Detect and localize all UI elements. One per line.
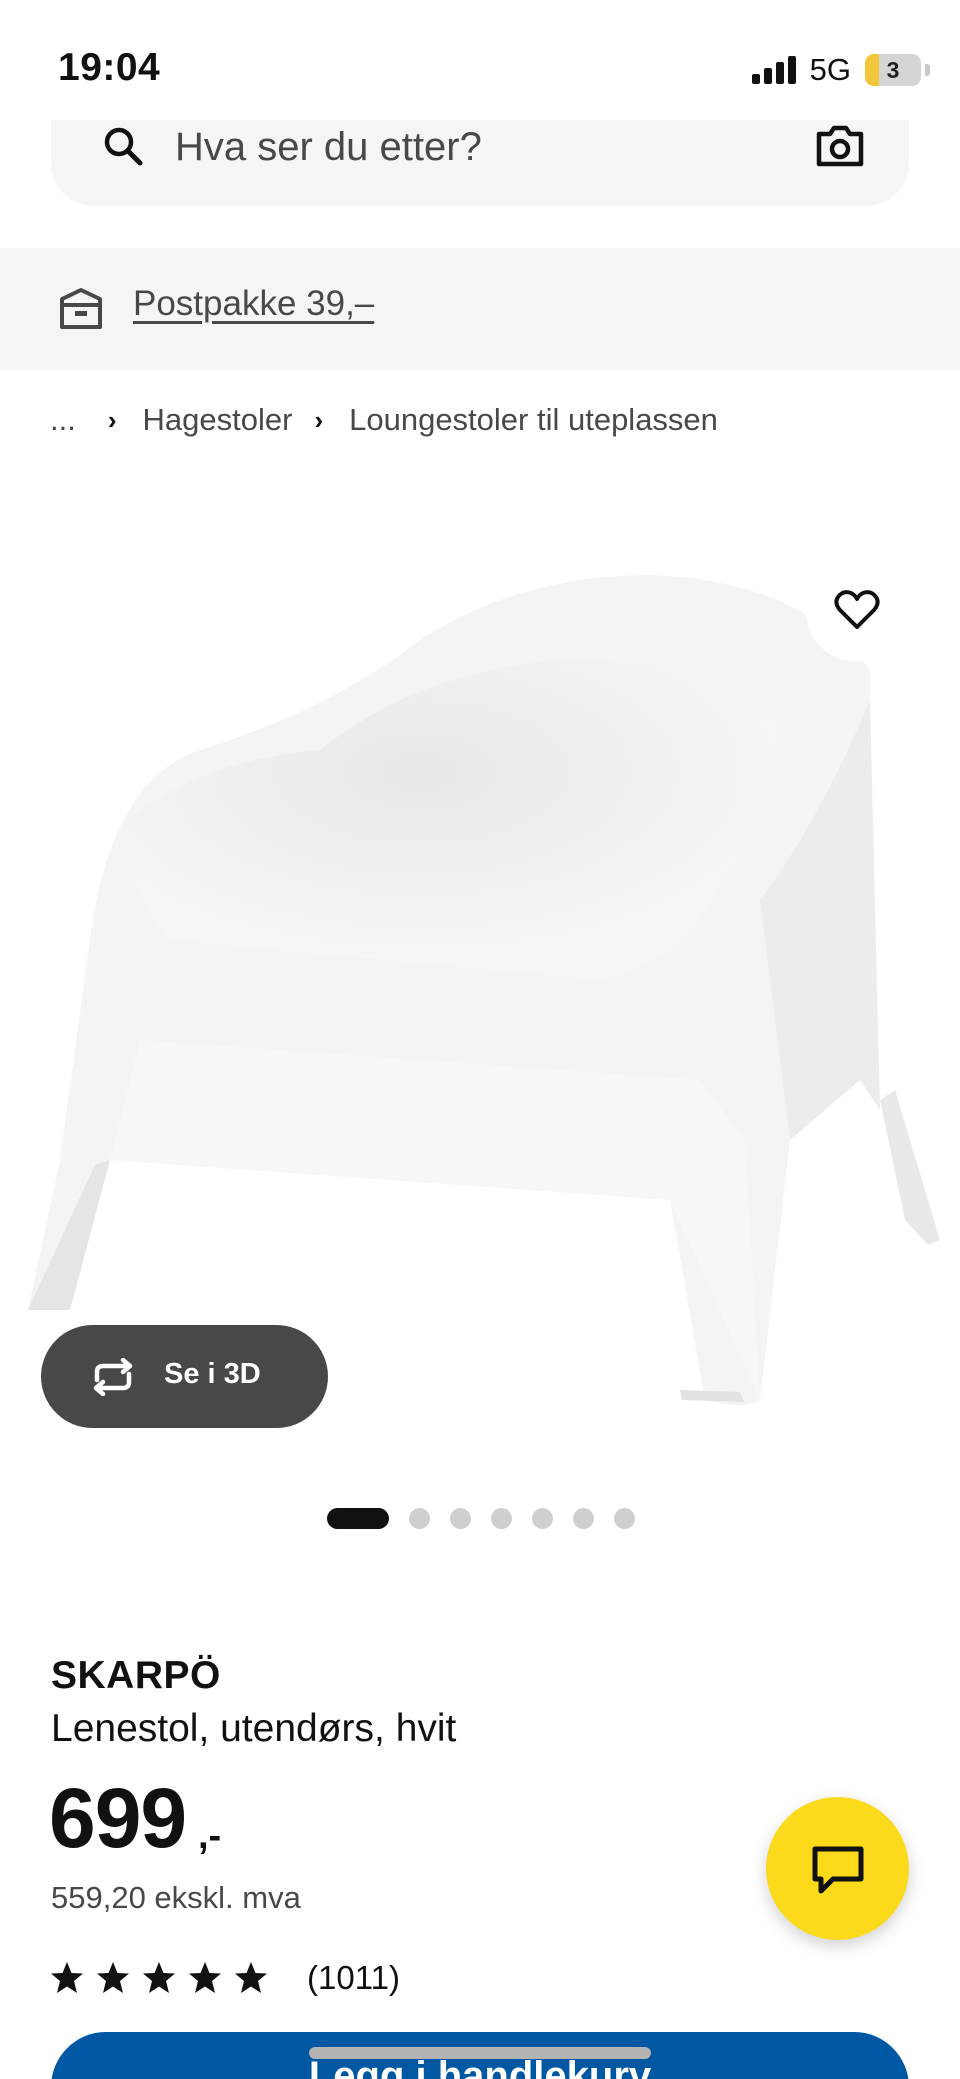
star-icon <box>97 1962 129 1993</box>
rating-count: (1011) <box>307 1960 400 1996</box>
view-in-3d-label: Se i 3D <box>164 1358 261 1390</box>
rating-stars <box>49 1960 279 1996</box>
product-price: 699 <box>49 1771 187 1865</box>
carousel-dot[interactable] <box>614 1508 635 1529</box>
chat-button[interactable] <box>766 1797 909 1940</box>
heart-icon[interactable] <box>834 589 880 631</box>
product-description: Lenestol, utendørs, hvit <box>51 1707 457 1750</box>
carousel-dot[interactable] <box>409 1508 430 1529</box>
signal-icon <box>751 56 796 84</box>
status-time: 19:04 <box>58 46 161 89</box>
search-input[interactable] <box>175 122 795 172</box>
shipping-link[interactable]: Postpakke 39,– <box>133 284 374 324</box>
status-bar: 19:04 5G 3 <box>0 0 960 128</box>
carousel-dot[interactable] <box>532 1508 553 1529</box>
rotate-3d-icon <box>93 1358 133 1396</box>
carousel-dot[interactable] <box>327 1508 389 1529</box>
battery-level: 3 <box>886 56 900 83</box>
carousel-dot[interactable] <box>450 1508 471 1529</box>
camera-icon[interactable] <box>815 124 865 168</box>
product-name: SKARPÖ <box>51 1654 221 1697</box>
breadcrumb-item-hagestoler[interactable]: Hagestoler <box>143 402 293 438</box>
product-rating[interactable]: (1011) <box>49 1960 400 2000</box>
chevron-right-icon: › <box>314 404 324 435</box>
price-suffix: ,- <box>198 1815 222 1857</box>
breadcrumb: ... › Hagestoler › Loungestoler til utep… <box>50 402 718 438</box>
package-icon <box>60 288 102 329</box>
battery-fill <box>865 54 879 86</box>
home-indicator[interactable] <box>309 2047 651 2059</box>
price-excl-vat: 559,20 ekskl. mva <box>51 1880 301 1915</box>
breadcrumb-item-loungestoler[interactable]: Loungestoler til uteplassen <box>349 402 718 438</box>
search-icon[interactable] <box>101 124 145 168</box>
breadcrumb-ellipsis[interactable]: ... <box>50 402 76 438</box>
search-bar[interactable] <box>51 120 909 206</box>
carousel-dot[interactable] <box>491 1508 512 1529</box>
battery-icon: 3 <box>865 54 921 86</box>
network-type: 5G <box>809 52 851 87</box>
view-in-3d-button[interactable]: Se i 3D <box>41 1325 328 1428</box>
chevron-right-icon: › <box>107 404 117 435</box>
star-icon <box>235 1962 267 1993</box>
chat-icon <box>812 1846 864 1894</box>
status-indicators: 5G 3 <box>751 52 930 88</box>
star-icon <box>189 1962 221 1993</box>
shipping-banner: Postpakke 39,– <box>0 248 960 370</box>
star-icon <box>143 1962 175 1993</box>
carousel-dot[interactable] <box>573 1508 594 1529</box>
battery-cap <box>925 64 930 76</box>
product-image[interactable] <box>0 520 960 1450</box>
carousel-indicator[interactable] <box>327 1508 635 1529</box>
star-icon <box>51 1962 83 1993</box>
